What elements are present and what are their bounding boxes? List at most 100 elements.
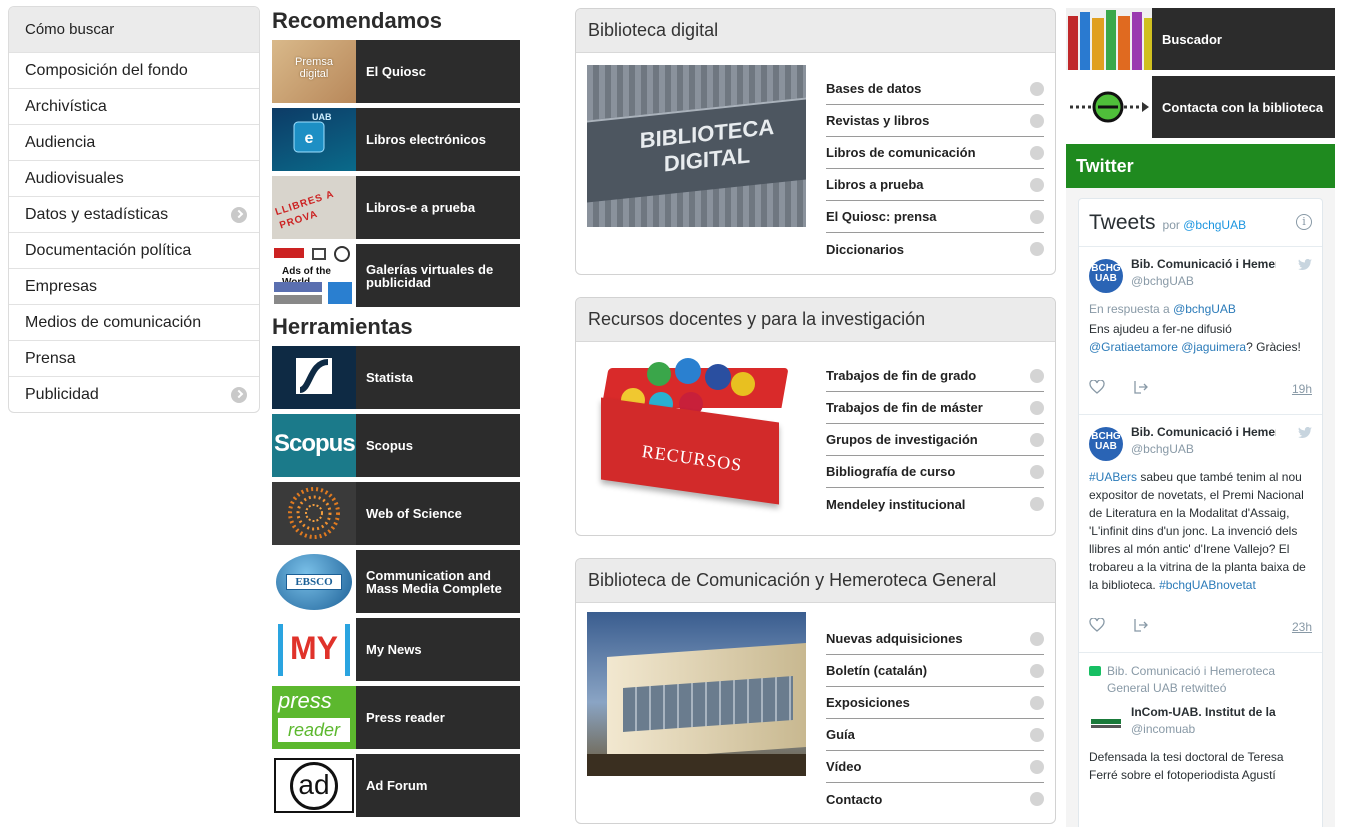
tile-statista[interactable]: Statista [272,346,520,409]
nav-item-label: Datos y estadísticas [25,205,169,223]
nav-item-prensa[interactable]: Prensa [9,340,259,376]
tweet-author-handle[interactable]: @bchgUAB [1131,442,1312,456]
bullet-icon [1030,400,1044,415]
bullet-icon [1030,145,1044,160]
timeline-handle-link[interactable]: @bchgUAB [1183,218,1246,232]
link-video[interactable]: Vídeo [826,751,1044,783]
nav-item-medios-comunicacion[interactable]: Medios de comunicación [9,304,259,340]
nav-item-audiencia[interactable]: Audiencia [9,124,259,160]
resources-column: Recomendamos Premsa digital El Quiosc e … [272,6,520,822]
twitter-bird-icon[interactable] [1298,427,1312,439]
reply-to-link[interactable]: @bchgUAB [1173,302,1236,316]
link-bases-de-datos[interactable]: Bases de datos [826,73,1044,105]
link-libros-comunicacion[interactable]: Libros de comunicación [826,137,1044,169]
tweet-body: En respuesta a @bchgUAB Ens ajudeu a fer… [1089,300,1312,356]
panel-recursos-docentes: Recursos docentes y para la investigació… [575,297,1056,536]
tile-buscador[interactable]: Buscador [1066,8,1335,70]
scopus-logo: Scopus [272,414,356,477]
tweet-timestamp[interactable]: 19h [1292,382,1312,396]
heart-icon[interactable] [1089,618,1105,632]
nav-item-label: Publicidad [25,385,99,403]
avatar[interactable]: BCHG UAB [1089,427,1123,461]
heart-icon[interactable] [1089,380,1105,394]
panel-title: Biblioteca de Comunicación y Hemeroteca … [576,559,1055,603]
link-label: Bases de datos [826,81,922,96]
nav-item-como-buscar[interactable]: Cómo buscar [9,7,259,52]
tweet-author-handle[interactable]: @incomuab [1131,722,1312,736]
tweet-author-name[interactable]: InCom-UAB. Institut de la Comunicació [1131,705,1276,719]
recomendamos-heading: Recomendamos [272,8,442,33]
tile-label: Libros electrónicos [366,132,486,147]
bullet-icon [1030,631,1044,646]
nav-item-datos-estadisticas[interactable]: Datos y estadísticas [9,196,259,232]
link-diccionarios[interactable]: Diccionarios [826,233,1044,265]
tile-galerias-publicidad[interactable]: Ads of the World Galerías virtuales de p… [272,244,520,307]
tweet-author-name[interactable]: Bib. Comunicació i Hemeroteca General UA… [1131,257,1276,271]
tweet-author-handle[interactable]: @bchgUAB [1131,274,1312,288]
tile-ad-forum[interactable]: ad Ad Forum [272,754,520,817]
hashtag-link[interactable]: #bchgUABnovetat [1159,578,1256,592]
nav-item-documentacion-politica[interactable]: Documentación política [9,232,259,268]
hashtag-link[interactable]: #UABers [1089,470,1137,484]
tweet-author-name[interactable]: Bib. Comunicació i Hemeroteca General UA… [1131,425,1276,439]
nav-item-publicidad[interactable]: Publicidad [9,376,259,412]
link-boletin[interactable]: Boletín (catalán) [826,655,1044,687]
panel-title: Biblioteca digital [576,9,1055,53]
share-icon[interactable] [1133,617,1149,633]
link-trabajos-fin-grado[interactable]: Trabajos de fin de grado [826,360,1044,392]
link-label: Revistas y libros [826,113,930,128]
tile-scopus[interactable]: Scopus Scopus [272,414,520,477]
expand-icon[interactable] [231,206,247,223]
recursos-toolbox-image[interactable]: RECURSOS [587,358,806,518]
tile-press-reader[interactable]: press reader Press reader [272,686,520,749]
tweet-timestamp[interactable]: 23h [1292,620,1312,634]
library-building-photo[interactable] [587,612,806,776]
tweet-text: Ens ajudeu a fer-ne difusió @Gratiaetamo… [1089,320,1312,356]
link-label: Libros de comunicación [826,145,976,160]
link-guia[interactable]: Guía [826,719,1044,751]
link-trabajos-fin-master[interactable]: Trabajos de fin de máster [826,392,1044,424]
link-libros-prueba[interactable]: Libros a prueba [826,169,1044,201]
by-prefix: por [1162,217,1180,232]
share-icon[interactable] [1133,379,1149,395]
mention-link[interactable]: @Gratiaetamore [1089,340,1178,354]
retweet[interactable]: Bib. Comunicació i Hemeroteca General UA… [1079,653,1322,784]
incom-avatar[interactable] [1089,707,1123,741]
link-exposiciones[interactable]: Exposiciones [826,687,1044,719]
avatar[interactable]: BCHG UAB [1089,259,1123,293]
link-mendeley[interactable]: Mendeley institucional [826,488,1044,520]
tile-el-quiosc[interactable]: Premsa digital El Quiosc [272,40,520,103]
link-grupos-investigacion[interactable]: Grupos de investigación [826,424,1044,456]
tile-my-news[interactable]: MY My News [272,618,520,681]
twitter-bird-icon[interactable] [1298,259,1312,271]
bullet-icon [1030,695,1044,710]
nav-item-composicion-fondo[interactable]: Composición del fondo [9,52,259,88]
tile-libros-e-prueba[interactable]: LLIBRES A PROVA Libros-e a prueba [272,176,520,239]
expand-icon[interactable] [231,386,247,403]
tile-label: Press reader [366,710,445,725]
premsa-digital-thumbnail: Premsa digital [272,40,356,103]
link-revistas-libros[interactable]: Revistas y libros [826,105,1044,137]
ebook-keyboard-thumbnail: e UAB [272,108,356,171]
nav-item-audiovisuales[interactable]: Audiovisuales [9,160,259,196]
link-bibliografia-curso[interactable]: Bibliografía de curso [826,456,1044,488]
tile-contacta[interactable]: Contacta con la biblioteca [1066,76,1335,138]
nav-item-archivistica[interactable]: Archivística [9,88,259,124]
tweet[interactable]: BCHGUAB Bib. Comunicació i Hemeroteca Ge… [1079,415,1322,653]
link-label: Grupos de investigación [826,432,978,447]
letter-tiles-thumbnail: LLIBRES A PROVA [272,176,356,239]
tile-label: Libros-e a prueba [366,200,476,215]
link-contacto[interactable]: Contacto [826,783,1044,815]
thumb-caption-2: reader [278,718,350,742]
info-icon[interactable]: i [1296,214,1312,230]
link-nuevas-adquisiciones[interactable]: Nuevas adquisiciones [826,623,1044,655]
link-quiosc-prensa[interactable]: El Quiosc: prensa [826,201,1044,233]
nav-item-empresas[interactable]: Empresas [9,268,259,304]
ad-logos-thumbnail: Ads of the World [272,244,356,307]
biblioteca-digital-image[interactable]: BIBLIOTECA DIGITAL [587,65,806,227]
tile-libros-electronicos[interactable]: e UAB Libros electrónicos [272,108,520,171]
mention-link[interactable]: @jaguimera [1181,340,1246,354]
tweet[interactable]: BCHGUAB Bib. Comunicació i Hemeroteca Ge… [1079,247,1322,415]
tile-web-of-science[interactable]: Web of Science [272,482,520,545]
tile-communication-mass-media[interactable]: EBSCO Communication and Mass Media Compl… [272,550,520,613]
